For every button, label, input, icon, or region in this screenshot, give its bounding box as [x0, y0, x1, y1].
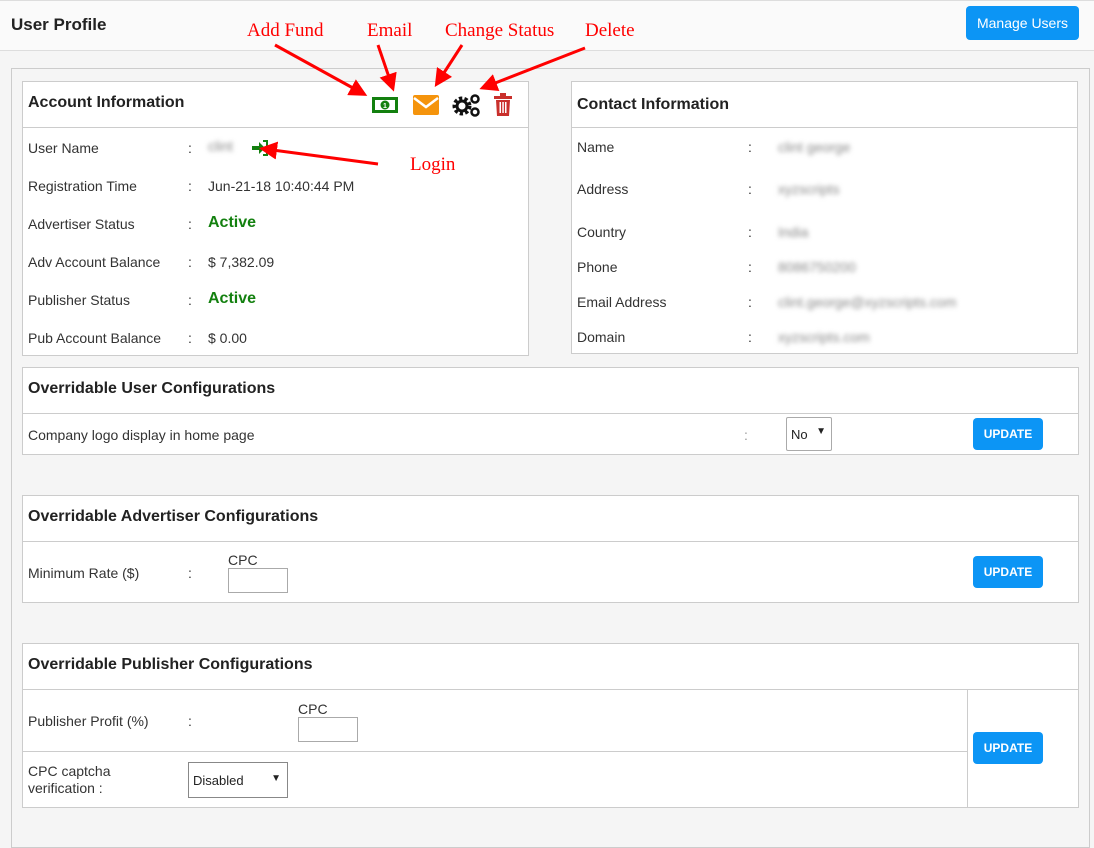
annotation-arrows: [259, 43, 586, 166]
annotation-login: Login: [410, 154, 456, 175]
annotation-email: Email: [367, 20, 413, 41]
delete-arrow: [479, 46, 586, 92]
annotation-delete: Delete: [585, 20, 635, 41]
login-arrow: [259, 141, 379, 166]
annotation-add-fund: Add Fund: [247, 20, 324, 41]
email-arrow: [376, 44, 397, 92]
annotation-change-status: Change Status: [445, 20, 555, 41]
change-status-arrow: [434, 44, 464, 88]
add-fund-arrow: [274, 43, 368, 96]
